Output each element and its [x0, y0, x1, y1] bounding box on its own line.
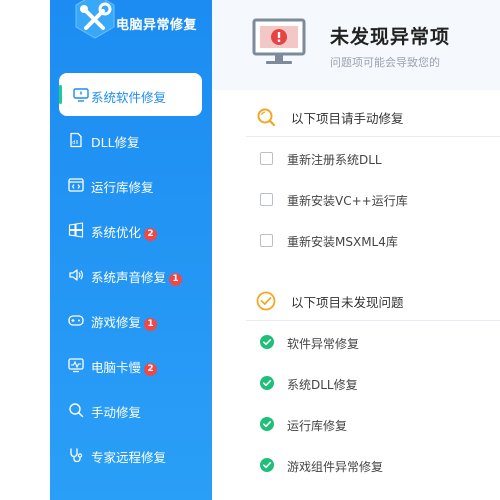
check-circle-icon	[260, 417, 274, 431]
checkbox[interactable]	[260, 152, 273, 165]
checkbox[interactable]	[260, 234, 273, 247]
sidebar-item-label: 运行库修复	[91, 180, 154, 195]
section-header: 以下项目请手动修复	[246, 95, 500, 137]
list-item[interactable]: 重新安装VC++运行库	[246, 178, 500, 219]
sidebar-item-dll-repair[interactable]: dll DLL修复	[50, 118, 212, 163]
sidebar-item-game-repair[interactable]: 游戏修复 1	[50, 298, 212, 343]
list-item[interactable]: 重新安装MSXML4库	[246, 219, 500, 260]
monitor-alert-icon	[252, 18, 306, 64]
item-label: 游戏组件异常修复	[287, 460, 384, 474]
section-title: 以下项目请手动修复	[291, 111, 404, 126]
item-label: 重新安装VC++运行库	[287, 194, 408, 208]
check-circle-icon	[260, 376, 274, 390]
sidebar-nav: 系统软件修复 dll DLL修复 运行库修复 系统优化 2 系统声音修复 1 游…	[50, 73, 212, 478]
result-header: 未发现异常项 问题项可能会导致您的	[212, 0, 500, 90]
performance-monitor-icon	[68, 358, 84, 373]
app-title: 电脑异常修复	[116, 18, 198, 33]
check-circle-outline-icon	[256, 291, 276, 311]
sidebar-item-runtime-repair[interactable]: 运行库修复	[50, 163, 212, 208]
page-title: 未发现异常项	[330, 26, 451, 48]
monitor-icon	[73, 88, 89, 102]
item-label: 重新注册系统DLL	[287, 153, 382, 167]
sidebar-item-label: 电脑卡慢	[91, 360, 142, 375]
code-window-icon	[68, 178, 84, 192]
list-item: 系统DLL修复	[246, 362, 500, 403]
sidebar-item-label: 系统优化	[91, 225, 142, 240]
item-label: 运行库修复	[287, 419, 348, 433]
sidebar-item-label: 系统软件修复	[91, 90, 167, 105]
check-circle-icon	[260, 458, 274, 472]
sidebar-item-system-software-repair[interactable]: 系统软件修复	[59, 73, 202, 116]
sidebar: 电脑异常修复 系统软件修复 dll DLL修复 运行库修复 系统优化 2 系统声…	[50, 0, 212, 500]
svg-text:dll: dll	[72, 140, 78, 146]
sidebar-item-label: 系统声音修复	[91, 270, 167, 285]
tools-logo-icon	[75, 0, 115, 39]
sidebar-item-label: 手动修复	[91, 405, 142, 420]
no-issue-section: 以下项目未发现问题 软件异常修复 系统DLL修复 运行库修复 游戏组件异常修复	[246, 279, 500, 485]
list-item: 运行库修复	[246, 403, 500, 444]
list-item: 游戏组件异常修复	[246, 444, 500, 485]
section-header: 以下项目未发现问题	[246, 279, 500, 321]
sidebar-item-manual-repair[interactable]: 手动修复	[50, 388, 212, 433]
brand: 电脑异常修复	[50, 0, 212, 48]
item-label: 软件异常修复	[287, 337, 360, 351]
notification-badge: 1	[144, 318, 158, 331]
sidebar-item-system-optimize[interactable]: 系统优化 2	[50, 208, 212, 253]
speaker-icon	[69, 269, 83, 281]
page-subtitle: 问题项可能会导致您的	[330, 56, 440, 69]
sidebar-item-label: 专家远程修复	[91, 450, 167, 465]
notification-badge: 2	[144, 228, 158, 241]
notification-badge: 1	[169, 273, 183, 286]
sidebar-item-pc-slow[interactable]: 电脑卡慢 2	[50, 343, 212, 388]
sidebar-item-expert-remote-repair[interactable]: 专家远程修复	[50, 433, 212, 478]
stethoscope-icon	[70, 448, 83, 463]
checkbox[interactable]	[260, 193, 273, 206]
notification-badge: 2	[144, 363, 158, 376]
check-circle-icon	[260, 335, 274, 349]
dll-file-icon: dll	[70, 132, 82, 148]
manual-repair-section: 以下项目请手动修复 重新注册系统DLL 重新安装VC++运行库 重新安装MSXM…	[246, 95, 500, 260]
sidebar-item-sound-repair[interactable]: 系统声音修复 1	[50, 253, 212, 298]
section-title: 以下项目未发现问题	[291, 295, 404, 310]
list-item[interactable]: 重新注册系统DLL	[246, 137, 500, 178]
windows-icon	[68, 222, 84, 238]
sidebar-item-label: DLL修复	[91, 135, 140, 150]
gamepad-icon	[68, 315, 84, 326]
item-label: 系统DLL修复	[287, 378, 358, 392]
search-warning-icon	[257, 108, 276, 127]
item-label: 重新安装MSXML4库	[287, 235, 398, 249]
search-icon	[69, 403, 84, 418]
main-panel: 未发现异常项 问题项可能会导致您的 以下项目请手动修复 重新注册系统DLL 重新…	[212, 0, 500, 500]
sidebar-item-label: 游戏修复	[91, 315, 142, 330]
list-item: 软件异常修复	[246, 321, 500, 362]
